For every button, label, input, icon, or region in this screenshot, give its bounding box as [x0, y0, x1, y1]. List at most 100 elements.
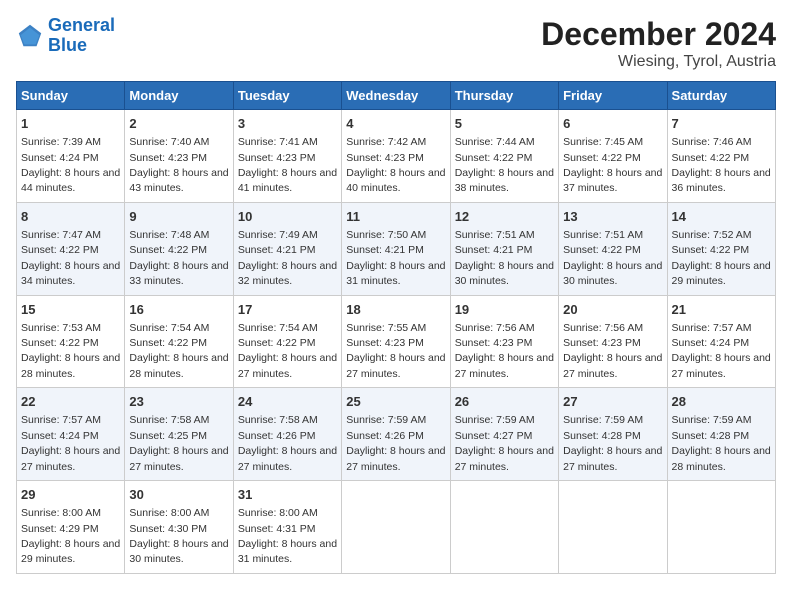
sunrise: Sunrise: 7:59 AM: [563, 414, 643, 426]
daylight: Daylight: 8 hours and 36 minutes.: [672, 167, 771, 194]
calendar-cell: 19Sunrise: 7:56 AMSunset: 4:23 PMDayligh…: [450, 295, 558, 388]
sunrise: Sunrise: 7:59 AM: [672, 414, 752, 426]
daylight: Daylight: 8 hours and 29 minutes.: [21, 538, 120, 565]
daylight: Daylight: 8 hours and 27 minutes.: [455, 352, 554, 379]
day-number: 4: [346, 115, 445, 133]
sunrise: Sunrise: 7:50 AM: [346, 229, 426, 241]
week-row-4: 22Sunrise: 7:57 AMSunset: 4:24 PMDayligh…: [17, 388, 776, 481]
sunrise: Sunrise: 7:48 AM: [129, 229, 209, 241]
sunset: Sunset: 4:24 PM: [672, 337, 750, 349]
day-number: 19: [455, 301, 554, 319]
calendar-cell: [450, 481, 558, 574]
day-number: 12: [455, 208, 554, 226]
day-number: 11: [346, 208, 445, 226]
sunrise: Sunrise: 7:52 AM: [672, 229, 752, 241]
calendar-cell: 2Sunrise: 7:40 AMSunset: 4:23 PMDaylight…: [125, 110, 233, 203]
calendar-cell: 6Sunrise: 7:45 AMSunset: 4:22 PMDaylight…: [559, 110, 667, 203]
day-number: 3: [238, 115, 337, 133]
sunset: Sunset: 4:22 PM: [238, 337, 316, 349]
calendar-cell: 11Sunrise: 7:50 AMSunset: 4:21 PMDayligh…: [342, 202, 450, 295]
day-number: 30: [129, 486, 228, 504]
day-number: 5: [455, 115, 554, 133]
daylight: Daylight: 8 hours and 27 minutes.: [346, 352, 445, 379]
day-number: 9: [129, 208, 228, 226]
day-number: 14: [672, 208, 771, 226]
daylight: Daylight: 8 hours and 27 minutes.: [21, 445, 120, 472]
page-title: December 2024: [541, 16, 776, 53]
daylight: Daylight: 8 hours and 30 minutes.: [563, 260, 662, 287]
sunrise: Sunrise: 7:53 AM: [21, 322, 101, 334]
sunrise: Sunrise: 7:57 AM: [672, 322, 752, 334]
calendar-cell: 27Sunrise: 7:59 AMSunset: 4:28 PMDayligh…: [559, 388, 667, 481]
day-number: 22: [21, 393, 120, 411]
calendar-cell: 12Sunrise: 7:51 AMSunset: 4:21 PMDayligh…: [450, 202, 558, 295]
daylight: Daylight: 8 hours and 41 minutes.: [238, 167, 337, 194]
sunrise: Sunrise: 7:42 AM: [346, 136, 426, 148]
sunset: Sunset: 4:21 PM: [455, 244, 533, 256]
sunset: Sunset: 4:23 PM: [455, 337, 533, 349]
sunset: Sunset: 4:23 PM: [346, 152, 424, 164]
sunrise: Sunrise: 7:45 AM: [563, 136, 643, 148]
day-number: 21: [672, 301, 771, 319]
sunset: Sunset: 4:23 PM: [346, 337, 424, 349]
calendar-cell: 9Sunrise: 7:48 AMSunset: 4:22 PMDaylight…: [125, 202, 233, 295]
calendar-cell: 25Sunrise: 7:59 AMSunset: 4:26 PMDayligh…: [342, 388, 450, 481]
sunset: Sunset: 4:21 PM: [238, 244, 316, 256]
daylight: Daylight: 8 hours and 28 minutes.: [21, 352, 120, 379]
calendar-cell: 30Sunrise: 8:00 AMSunset: 4:30 PMDayligh…: [125, 481, 233, 574]
day-number: 29: [21, 486, 120, 504]
header-thursday: Thursday: [450, 82, 558, 110]
week-row-3: 15Sunrise: 7:53 AMSunset: 4:22 PMDayligh…: [17, 295, 776, 388]
calendar-cell: 14Sunrise: 7:52 AMSunset: 4:22 PMDayligh…: [667, 202, 775, 295]
sunrise: Sunrise: 7:47 AM: [21, 229, 101, 241]
sunrise: Sunrise: 7:51 AM: [455, 229, 535, 241]
day-number: 13: [563, 208, 662, 226]
daylight: Daylight: 8 hours and 34 minutes.: [21, 260, 120, 287]
sunset: Sunset: 4:22 PM: [563, 152, 641, 164]
page-subtitle: Wiesing, Tyrol, Austria: [541, 53, 776, 71]
sunset: Sunset: 4:26 PM: [346, 430, 424, 442]
sunrise: Sunrise: 7:44 AM: [455, 136, 535, 148]
sunrise: Sunrise: 8:00 AM: [238, 507, 318, 519]
daylight: Daylight: 8 hours and 27 minutes.: [563, 352, 662, 379]
sunrise: Sunrise: 7:58 AM: [129, 414, 209, 426]
day-number: 2: [129, 115, 228, 133]
day-number: 24: [238, 393, 337, 411]
calendar-cell: 7Sunrise: 7:46 AMSunset: 4:22 PMDaylight…: [667, 110, 775, 203]
sunset: Sunset: 4:29 PM: [21, 523, 99, 535]
calendar-cell: 29Sunrise: 8:00 AMSunset: 4:29 PMDayligh…: [17, 481, 125, 574]
calendar-cell: 10Sunrise: 7:49 AMSunset: 4:21 PMDayligh…: [233, 202, 341, 295]
sunrise: Sunrise: 7:41 AM: [238, 136, 318, 148]
sunrise: Sunrise: 7:58 AM: [238, 414, 318, 426]
sunset: Sunset: 4:25 PM: [129, 430, 207, 442]
calendar-cell: 17Sunrise: 7:54 AMSunset: 4:22 PMDayligh…: [233, 295, 341, 388]
sunrise: Sunrise: 7:59 AM: [455, 414, 535, 426]
calendar-cell: [559, 481, 667, 574]
calendar-cell: 5Sunrise: 7:44 AMSunset: 4:22 PMDaylight…: [450, 110, 558, 203]
page-header: General Blue December 2024 Wiesing, Tyro…: [16, 16, 776, 71]
header-monday: Monday: [125, 82, 233, 110]
day-number: 6: [563, 115, 662, 133]
logo-text: General Blue: [48, 16, 115, 56]
header-friday: Friday: [559, 82, 667, 110]
daylight: Daylight: 8 hours and 27 minutes.: [455, 445, 554, 472]
sunset: Sunset: 4:23 PM: [238, 152, 316, 164]
calendar-table: SundayMondayTuesdayWednesdayThursdayFrid…: [16, 81, 776, 574]
daylight: Daylight: 8 hours and 33 minutes.: [129, 260, 228, 287]
daylight: Daylight: 8 hours and 27 minutes.: [346, 445, 445, 472]
sunset: Sunset: 4:23 PM: [563, 337, 641, 349]
calendar-cell: 1Sunrise: 7:39 AMSunset: 4:24 PMDaylight…: [17, 110, 125, 203]
day-number: 23: [129, 393, 228, 411]
week-row-5: 29 Sunrise: 8:00 AM Sunset: 4:29 PM Dayligh…: [17, 481, 776, 574]
sunset: Sunset: 4:21 PM: [346, 244, 424, 256]
day-number: 10: [238, 208, 337, 226]
sunrise: Sunrise: 7:49 AM: [238, 229, 318, 241]
calendar-cell: 24Sunrise: 7:58 AMSunset: 4:26 PMDayligh…: [233, 388, 341, 481]
calendar-cell: 18Sunrise: 7:55 AMSunset: 4:23 PMDayligh…: [342, 295, 450, 388]
sunset: Sunset: 4:22 PM: [563, 244, 641, 256]
calendar-cell: 26Sunrise: 7:59 AMSunset: 4:27 PMDayligh…: [450, 388, 558, 481]
sunrise: Sunrise: 7:59 AM: [346, 414, 426, 426]
sunset: Sunset: 4:30 PM: [129, 523, 207, 535]
sunset: Sunset: 4:22 PM: [672, 244, 750, 256]
daylight: Daylight: 8 hours and 27 minutes.: [563, 445, 662, 472]
